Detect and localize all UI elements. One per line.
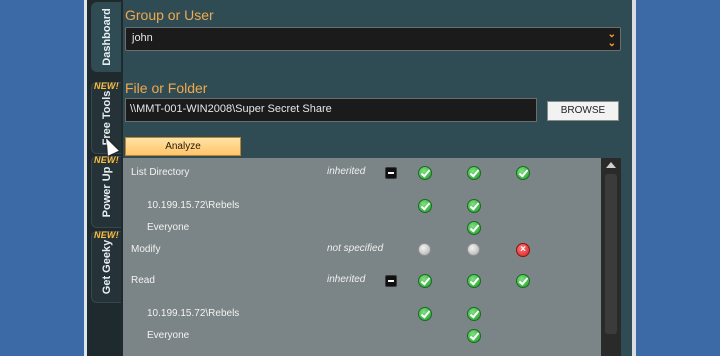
permission-name: List Directory: [131, 167, 190, 178]
permission-name: Modify: [131, 244, 161, 255]
analyze-button[interactable]: Analyze: [125, 137, 241, 156]
tab-get-geeky-label: Get Geeky: [100, 239, 113, 295]
browse-button[interactable]: BROWSE: [547, 101, 619, 121]
tab-power-up[interactable]: NEW! Power Up: [91, 155, 121, 228]
permission-row[interactable]: 10.199.15.72\Rebels: [123, 196, 601, 218]
permission-row[interactable]: Everyone: [123, 326, 601, 348]
chevron-down-icon[interactable]: ⌄ ⌄: [608, 30, 616, 49]
allowed-check-icon: [467, 329, 481, 343]
allowed-check-icon: [516, 166, 530, 180]
tab-dashboard-label: Dashboard: [100, 8, 113, 66]
scrollbar-thumb[interactable]: [605, 174, 617, 334]
new-badge: NEW!: [94, 230, 119, 240]
permission-name: 10.199.15.72\Rebels: [147, 200, 240, 211]
permission-row[interactable]: 10.199.15.72\Rebels: [123, 304, 601, 326]
allowed-check-icon: [467, 166, 481, 180]
allowed-check-icon: [467, 274, 481, 288]
group-or-user-combobox[interactable]: john ⌄ ⌄: [125, 27, 621, 51]
permission-row[interactable]: Modify not specified ×: [123, 240, 601, 262]
collapse-icon[interactable]: [385, 167, 397, 179]
file-or-folder-value: \\MMT-001-WIN2008\Super Secret Share: [130, 103, 332, 115]
permissions-grid: List Directory inherited 10.199.15.72\Rebe…: [123, 158, 601, 356]
allowed-check-icon: [418, 307, 432, 321]
allowed-check-icon: [418, 199, 432, 213]
tab-dashboard[interactable]: Dashboard: [91, 2, 121, 72]
scroll-up-icon[interactable]: [606, 162, 616, 168]
permission-name: 10.199.15.72\Rebels: [147, 308, 240, 319]
permission-row[interactable]: List Directory inherited: [123, 163, 601, 185]
sidebar: Dashboard NEW! Free Tools NEW! Power Up …: [87, 0, 123, 356]
main-panel: Group or User john ⌄ ⌄ File or Folder \\M…: [123, 0, 632, 356]
collapse-icon[interactable]: [385, 275, 397, 287]
new-badge: NEW!: [94, 81, 119, 91]
permission-source: inherited: [327, 274, 366, 285]
allowed-check-icon: [418, 166, 432, 180]
tab-get-geeky[interactable]: NEW! Get Geeky: [91, 230, 121, 303]
permission-source: inherited: [327, 166, 366, 177]
file-or-folder-input[interactable]: \\MMT-001-WIN2008\Super Secret Share: [125, 98, 537, 122]
allowed-check-icon: [467, 199, 481, 213]
allowed-check-icon: [516, 274, 530, 288]
vertical-scrollbar[interactable]: [601, 158, 621, 356]
permission-name: Everyone: [147, 222, 190, 233]
group-or-user-value: john: [132, 32, 153, 44]
permission-source: not specified: [327, 243, 384, 254]
permission-name: Read: [131, 275, 155, 286]
permission-name: Everyone: [147, 330, 190, 341]
tab-power-up-label: Power Up: [100, 166, 113, 218]
permission-row[interactable]: Read inherited: [123, 271, 601, 293]
allowed-check-icon: [467, 221, 481, 235]
denied-x-icon: ×: [516, 243, 530, 257]
unspecified-dot-icon: [467, 243, 480, 256]
file-or-folder-label: File or Folder: [125, 80, 208, 96]
app-window: Dashboard NEW! Free Tools NEW! Power Up …: [84, 0, 636, 356]
allowed-check-icon: [418, 274, 432, 288]
unspecified-dot-icon: [418, 243, 431, 256]
new-badge: NEW!: [94, 155, 119, 165]
allowed-check-icon: [467, 307, 481, 321]
permission-row[interactable]: Everyone: [123, 218, 601, 240]
group-or-user-label: Group or User: [125, 7, 214, 23]
